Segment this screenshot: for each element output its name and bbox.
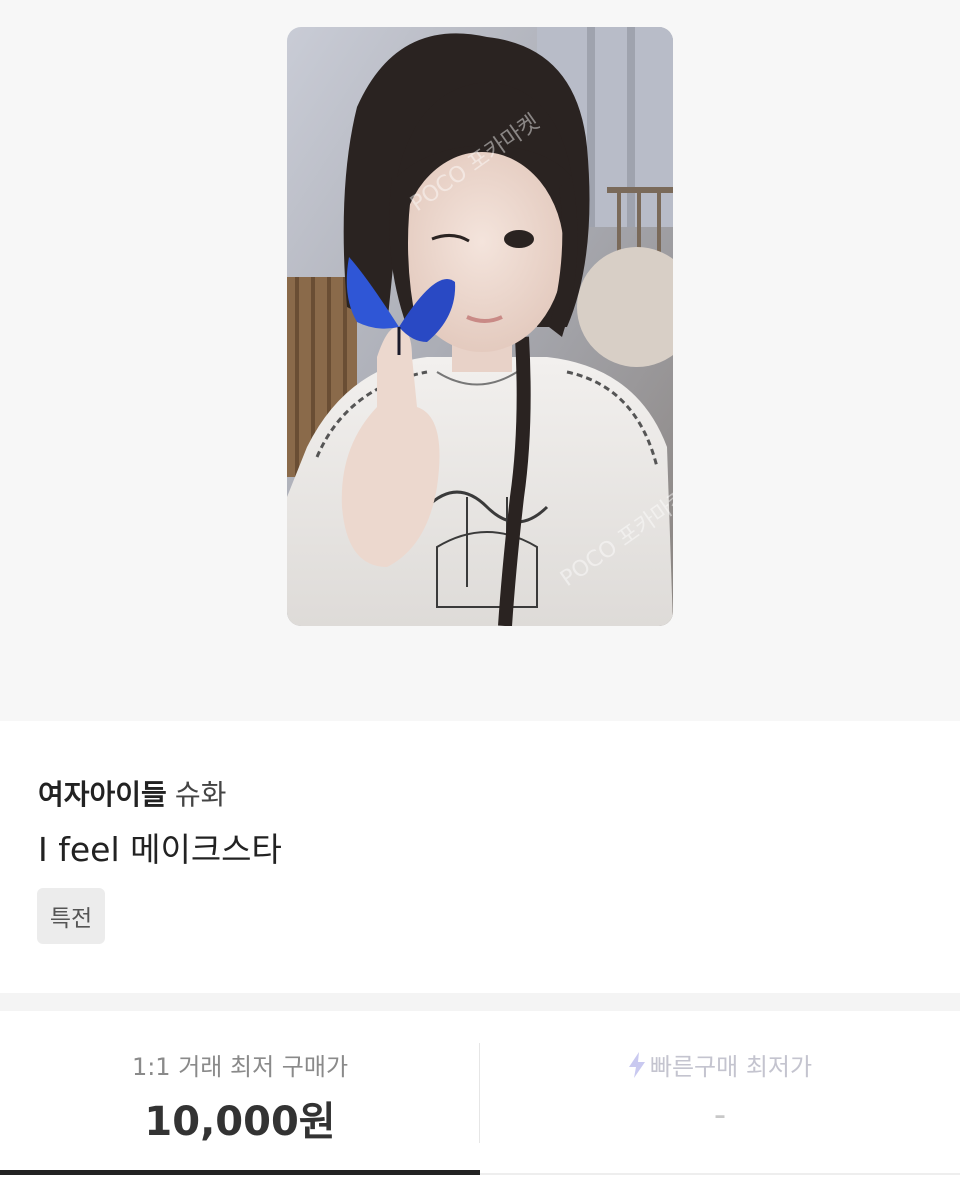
product-title: I feel 메이크스타 (38, 830, 282, 869)
direct-price-value: 10,000원 (144, 1099, 336, 1145)
artist-line: 여자아이들 슈화 (38, 773, 226, 813)
photocard-image[interactable]: POCO 포카마켓 POCO 포카마켓 (287, 27, 673, 626)
active-tab-indicator (0, 1170, 480, 1175)
lightning-bolt-icon (628, 1052, 646, 1084)
product-info: 여자아이들 슈화 I feel 메이크스타 특전 (0, 721, 960, 993)
inactive-tab-indicator (480, 1173, 960, 1175)
product-detail-page: POCO 포카마켓 POCO 포카마켓 여자아이들 슈화 I feel 메이크스타… (0, 0, 960, 1200)
product-image-area: POCO 포카마켓 POCO 포카마켓 (0, 0, 960, 721)
direct-price-label: 1:1 거래 최저 구매가 (131, 1053, 349, 1081)
category-tag: 특전 (37, 888, 105, 944)
member-name[interactable]: 슈화 (175, 778, 227, 811)
quick-price-value: - (713, 1095, 727, 1135)
tab-quick-buy-price[interactable]: 빠른구매 최저가 - (480, 1011, 960, 1171)
price-tabs: 1:1 거래 최저 구매가 10,000원 빠른구매 최저가 - (0, 1011, 960, 1200)
group-name[interactable]: 여자아이들 (38, 778, 167, 811)
section-divider (0, 993, 960, 1011)
tab-direct-trade-price[interactable]: 1:1 거래 최저 구매가 10,000원 (0, 1011, 480, 1171)
quick-price-label-row: 빠른구매 최저가 (480, 1047, 960, 1084)
quick-price-label: 빠른구매 최저가 (649, 1053, 813, 1081)
